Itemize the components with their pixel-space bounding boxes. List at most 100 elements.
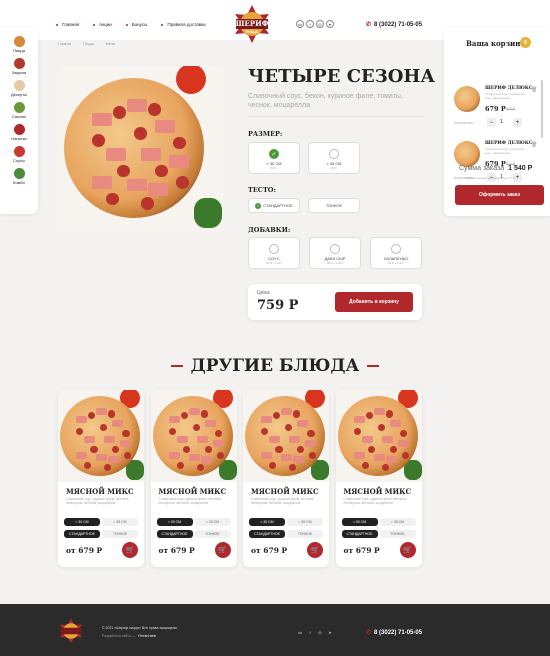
size-option-35[interactable]: ≈ 35 СМ 890 г — [308, 142, 360, 174]
dish-card[interactable]: МЯСНОЙ МИКС Сливочный соус, куриное филе,… — [58, 390, 144, 567]
size-30-pill[interactable]: ≈ 30 СМ — [156, 518, 193, 526]
sidebar-item-label: Комбо — [13, 180, 25, 185]
dough-thin-pill[interactable]: ТОНКОЕ — [379, 530, 416, 538]
vk-icon[interactable]: vk — [296, 20, 304, 28]
dish-card[interactable]: МЯСНОЙ МИКС Сливочный соус, куриное филе,… — [335, 390, 422, 567]
pepperoni-topping — [293, 410, 301, 418]
ham-topping — [297, 420, 309, 428]
heading-dash-left — [170, 365, 183, 367]
pepperoni-topping — [173, 136, 186, 150]
pepperoni-topping — [275, 445, 283, 453]
instagram-icon[interactable]: ◎ — [316, 628, 324, 636]
ham-topping — [385, 456, 397, 464]
trash-icon[interactable]: 🗑 — [531, 87, 537, 93]
qty-minus-button[interactable]: − — [487, 118, 496, 127]
instagram-icon[interactable]: ◎ — [316, 20, 324, 28]
breadcrumb-pizza[interactable]: Пицца — [83, 42, 93, 46]
size-30-pill[interactable]: ≈ 30 СМ — [249, 518, 285, 526]
price-box: Цена: 759 Р Добавить в корзину — [248, 284, 422, 320]
size-35-pill[interactable]: ≈ 35 СМ — [379, 518, 416, 526]
radio-icon — [269, 244, 279, 254]
pepperoni-topping — [124, 452, 132, 460]
header-phone[interactable]: ✆ 8 (3022) 71-05-05 — [366, 21, 422, 29]
ham-topping — [127, 99, 147, 112]
cart-scrollbar[interactable] — [541, 80, 543, 138]
sidebar-item-1[interactable]: Закуски — [0, 58, 38, 75]
facebook-icon[interactable]: f — [306, 628, 314, 636]
category-icon — [13, 80, 25, 91]
dish-price: от 679 Р — [343, 546, 380, 555]
social-links: vk f ◎ ➤ — [296, 20, 336, 28]
cart-item-desc: Сливочный соус, пепперони, сыр, шампиньо… — [485, 92, 526, 100]
dough-thin-pill[interactable]: ТОНКОЕ — [287, 530, 323, 538]
vk-icon[interactable]: vk — [296, 628, 304, 636]
basket-button[interactable]: 🛒 — [307, 542, 323, 558]
nav-bonus[interactable]: Бонусы — [125, 22, 147, 27]
pepperoni-topping — [104, 464, 112, 472]
size-label: РАЗМЕР: — [248, 130, 283, 138]
basket-button[interactable]: 🛒 — [399, 542, 416, 558]
ham-topping — [112, 420, 124, 428]
ham-topping — [353, 416, 365, 424]
add-to-cart-button[interactable]: Добавить в корзину — [335, 292, 413, 312]
sidebar-item-0[interactable]: Пицца — [0, 36, 38, 53]
logo[interactable]: ШЕРИФ ПИЦЦА — [232, 4, 272, 44]
size-35-pill[interactable]: ≈ 35 СМ — [287, 518, 323, 526]
dough-standard-pill[interactable]: СТАНДАРТНОЕ — [64, 530, 100, 538]
dough-thin-pill[interactable]: ТОНКОЕ — [194, 530, 231, 538]
sidebar-item-label: Напитки — [11, 136, 27, 141]
telegram-icon[interactable]: ➤ — [326, 20, 334, 28]
sidebar-item-3[interactable]: Салаты — [0, 102, 38, 119]
sidebar-item-6[interactable]: Комбо — [0, 168, 38, 185]
footer-logo[interactable] — [58, 618, 84, 644]
dish-card[interactable]: МЯСНОЙ МИКС Сливочный соус, куриное филе,… — [150, 390, 237, 567]
ham-topping — [76, 452, 88, 460]
dough-thin-pill[interactable]: ТОНКОЕ — [102, 530, 138, 538]
pepperoni-topping — [122, 429, 130, 437]
ham-topping — [104, 436, 116, 444]
footer-phone[interactable]: ✆ 8 (3022) 71-05-05 — [366, 629, 422, 637]
qty-plus-button[interactable]: + — [513, 118, 522, 127]
trash-icon[interactable]: 🗑 — [531, 142, 537, 148]
sidebar-item-2[interactable]: Десерты — [0, 80, 38, 97]
size-35-pill[interactable]: ≈ 35 СМ — [102, 518, 138, 526]
sidebar-item-5[interactable]: Соусы — [0, 146, 38, 163]
radio-icon — [330, 244, 340, 254]
cart-item-image — [454, 141, 480, 167]
dish-card[interactable]: МЯСНОЙ МИКС Сливочный соус, куриное филе,… — [243, 390, 329, 567]
telegram-icon[interactable]: ➤ — [326, 628, 334, 636]
dough-thin[interactable]: ТОНКОЕ — [308, 198, 360, 213]
basket-button[interactable]: 🛒 — [214, 542, 231, 558]
ham-topping — [269, 436, 281, 444]
category-icon — [13, 102, 25, 113]
extra-jalapeno[interactable]: ХАЛАПЕНЬО 50 Р • 1 ШТ — [370, 237, 422, 269]
facebook-icon[interactable]: f — [306, 20, 314, 28]
nav-delivery[interactable]: Правила доставки — [161, 22, 206, 27]
size-30-pill[interactable]: ≈ 30 СМ — [341, 518, 378, 526]
dough-standard-pill[interactable]: СТАНДАРТНОЕ — [249, 530, 285, 538]
ham-topping — [96, 408, 108, 416]
footer-copyright: © 2021 «Шериф пицца» Все права защищены — [102, 626, 178, 630]
extra-double-cheese[interactable]: ДАБЛ СЫР 90 Р • 1 ШТ — [309, 237, 361, 269]
size-30-pill[interactable]: ≈ 30 СМ — [64, 518, 100, 526]
dev-link[interactable]: Ferrari web — [138, 634, 156, 638]
nav-promo[interactable]: Акции — [93, 22, 112, 27]
ham-topping — [289, 436, 301, 444]
nav-home[interactable]: Главная — [56, 22, 79, 27]
category-icon — [13, 124, 25, 135]
basket-icon: 🛒 — [125, 547, 135, 554]
dough-standard-pill[interactable]: СТАНДАРТНОЕ — [341, 530, 378, 538]
extra-sauce[interactable]: СОУС 30 Р • 1 ШТ — [248, 237, 300, 269]
pepperoni-topping — [261, 428, 269, 436]
checkout-button[interactable]: Оформить заказ — [455, 185, 544, 205]
cart-item-price: 679 Р — [485, 105, 506, 113]
size-35-pill[interactable]: ≈ 35 СМ — [194, 518, 231, 526]
sidebar-item-4[interactable]: Напитки — [0, 124, 38, 141]
dough-standard-pill[interactable]: СТАНДАРТНОЕ — [156, 530, 193, 538]
dough-standard[interactable]: ✓ СТАНДАРТНОЕ — [248, 198, 300, 213]
basket-button[interactable]: 🛒 — [122, 542, 138, 558]
product-image — [58, 66, 224, 232]
size-option-30[interactable]: ✓ ≈ 30 СМ 620 г — [248, 142, 300, 174]
breadcrumb-home[interactable]: Главная — [58, 42, 71, 46]
ham-topping — [281, 453, 293, 461]
